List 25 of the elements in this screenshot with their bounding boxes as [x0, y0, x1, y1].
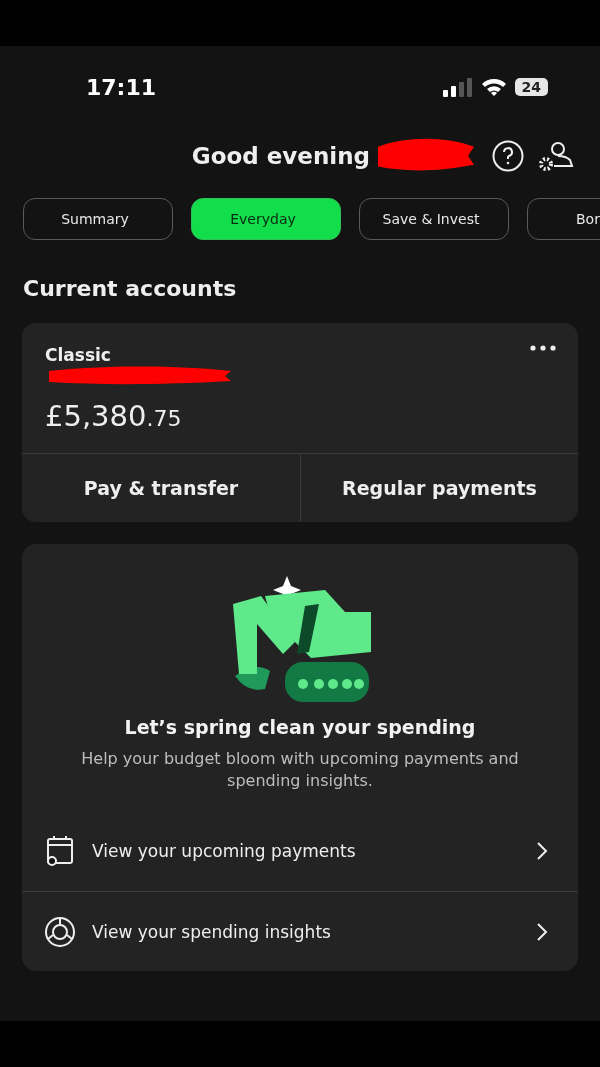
- battery-level: 24: [514, 78, 548, 96]
- status-time: 17:11: [86, 74, 157, 100]
- chevron-right-icon: [536, 921, 548, 942]
- profile-settings-icon[interactable]: [538, 140, 574, 172]
- promo-link[interactable]: View your spending insights: [22, 891, 578, 972]
- wifi-icon: [480, 77, 507, 97]
- promo-text: Help your budget bloom with upcoming payments and spending insights.: [80, 748, 520, 792]
- promo-title: Let’s spring clean your spending: [124, 716, 476, 738]
- chevron-right-icon: [536, 841, 548, 862]
- tab[interactable]: Bor: [527, 198, 600, 240]
- greeting: Good evening: [191, 143, 370, 169]
- account-action[interactable]: Regular payments: [300, 454, 578, 522]
- more-icon[interactable]: [530, 345, 556, 351]
- tab[interactable]: Summary: [23, 198, 173, 240]
- help-icon[interactable]: [492, 140, 524, 172]
- account-name: Classic: [45, 345, 112, 365]
- chart-ring-icon: [44, 915, 76, 948]
- section-title: Current accounts: [23, 276, 238, 301]
- promo-link[interactable]: View your upcoming payments: [22, 811, 578, 892]
- account-action[interactable]: Pay & transfer: [22, 454, 300, 522]
- calendar-icon: [44, 835, 76, 868]
- tab[interactable]: Everyday: [191, 198, 341, 240]
- signal-icon: [442, 77, 473, 97]
- account-balance: £5,380.75: [45, 399, 183, 433]
- tab[interactable]: Save & Invest: [359, 198, 509, 240]
